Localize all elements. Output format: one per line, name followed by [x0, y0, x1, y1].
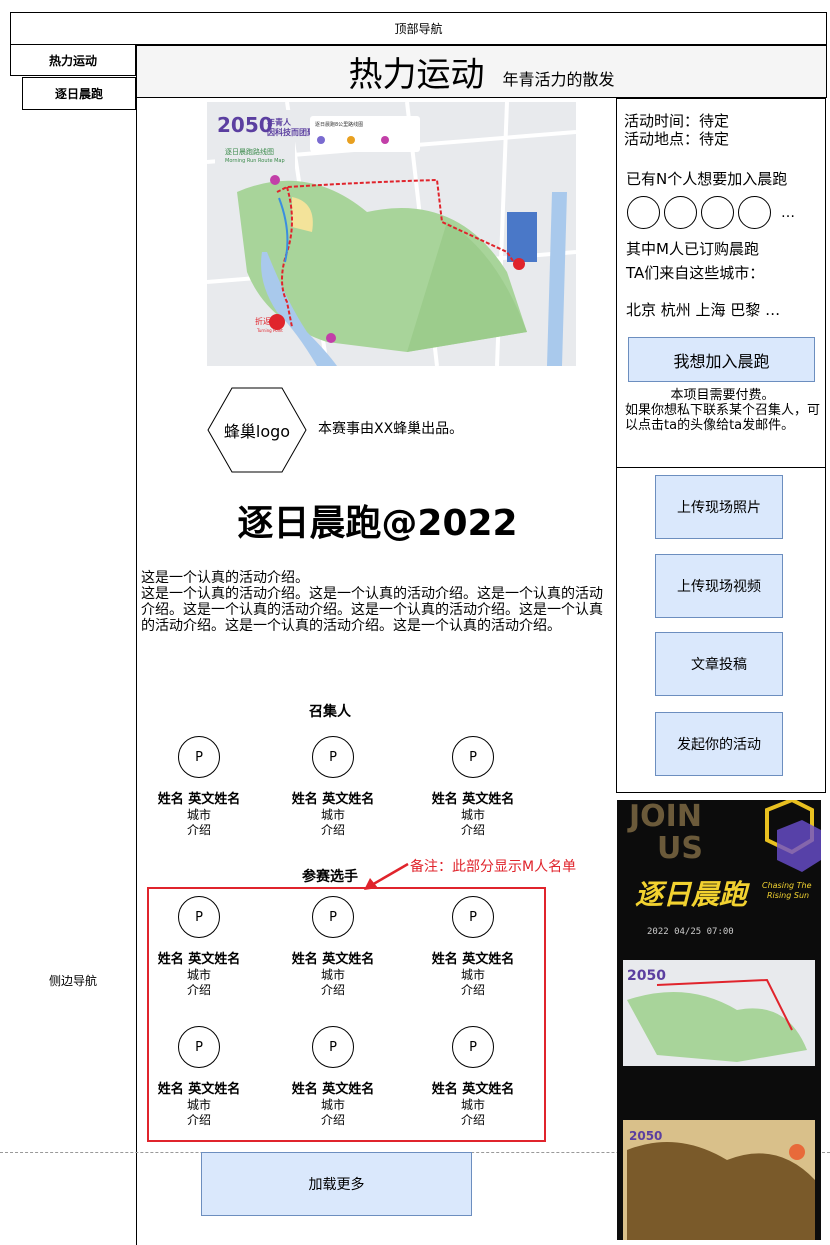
avatar[interactable] [738, 196, 771, 229]
hive-logo-label: 蜂巢logo [223, 422, 291, 441]
wanting-count: 已有N个人想要加入晨跑 [626, 170, 788, 188]
participant-card[interactable]: P 姓名 英文姓名 城市 介绍 [278, 1026, 388, 1128]
map-subtitle-english: Morning Run Route Map [225, 158, 285, 164]
fee-note: 本项目需要付费。 如果你想私下联系某个召集人，可以点击ta的头像给ta发邮件。 [625, 388, 820, 433]
person-bio: 介绍 [460, 983, 485, 997]
ordered-count: 其中M人已订购晨跑 [626, 240, 759, 258]
person-bio: 介绍 [460, 823, 485, 837]
event-time: 活动时间：待定 [624, 112, 730, 130]
avatar[interactable]: P [312, 1026, 354, 1068]
organizers-title: 召集人 [309, 704, 351, 720]
contact-tip: 如果你想私下联系某个召集人，可以点击ta的头像给ta发邮件。 [625, 403, 821, 433]
map-legend-title: 逐日晨跑8公里路线图 [315, 121, 363, 128]
avatar[interactable] [664, 196, 697, 229]
person-name: 姓名 英文姓名 [157, 952, 241, 967]
poster-map2-brand: 2050 [629, 1129, 662, 1143]
avatar[interactable] [701, 196, 734, 229]
participant-card[interactable]: P 姓名 英文姓名 城市 介绍 [144, 1026, 254, 1128]
person-name: 姓名 英文姓名 [291, 952, 375, 967]
sidebar-item-hot-sports[interactable]: 热力运动 [10, 45, 136, 76]
avatar[interactable]: P [452, 1026, 494, 1068]
participant-card[interactable]: P 姓名 英文姓名 城市 介绍 [278, 896, 388, 998]
poster-date: 2022 04/25 07:00 [647, 927, 734, 937]
avatar[interactable]: P [312, 736, 354, 778]
person-name: 姓名 英文姓名 [431, 792, 515, 807]
avatar[interactable]: P [312, 896, 354, 938]
event-intro: 这是一个认真的活动介绍。 这是一个认真的活动介绍。这是一个认真的活动介绍。这是一… [141, 570, 603, 634]
top-nav[interactable]: 顶部导航 [10, 12, 827, 45]
sponsor-text: 本赛事由XX蜂巢出品。 [318, 421, 464, 437]
person-name: 姓名 英文姓名 [431, 952, 515, 967]
avatar-list: … [627, 196, 795, 229]
more-avatars: … [781, 204, 795, 221]
map-brand-line1: 年青人 [267, 117, 292, 127]
person-bio: 介绍 [186, 983, 211, 997]
person-city: 城市 [320, 808, 345, 822]
city-list: 北京 杭州 上海 巴黎 … [626, 301, 781, 319]
organizer-card[interactable]: P 姓名 英文姓名 城市 介绍 [418, 736, 528, 838]
person-name: 姓名 英文姓名 [157, 1082, 241, 1097]
person-name: 姓名 英文姓名 [157, 792, 241, 807]
person-city: 城市 [460, 1098, 485, 1112]
poster-map-brand: 2050 [627, 968, 666, 984]
event-title: 逐日晨跑@2022 [237, 503, 518, 544]
person-city: 城市 [320, 1098, 345, 1112]
avatar[interactable]: P [178, 896, 220, 938]
person-city: 城市 [320, 968, 345, 982]
avatar[interactable] [627, 196, 660, 229]
load-more-button[interactable]: 加载更多 [201, 1152, 472, 1216]
person-name: 姓名 英文姓名 [291, 792, 375, 807]
event-poster-image[interactable]: JOIN US 逐日晨跑 Chasing The Rising Sun 2022… [617, 800, 821, 1240]
upload-video-button[interactable]: 上传现场视频 [655, 554, 783, 618]
person-bio: 介绍 [460, 1113, 485, 1127]
person-bio: 介绍 [186, 1113, 211, 1127]
poster-join: JOIN [627, 800, 702, 834]
person-city: 城市 [186, 968, 211, 982]
map-brand-number: 2050 [217, 113, 273, 137]
participants-title: 参赛选手 [302, 869, 358, 885]
person-city: 城市 [460, 968, 485, 982]
person-bio: 介绍 [320, 1113, 345, 1127]
map-turn-english: Turning Point [256, 328, 283, 333]
page-header: 热力运动 年青活力的散发 [137, 45, 827, 98]
page-title: 热力运动 [348, 55, 485, 95]
person-bio: 介绍 [320, 983, 345, 997]
start-event-button[interactable]: 发起你的活动 [655, 712, 783, 776]
person-city: 城市 [186, 1098, 211, 1112]
organizer-card[interactable]: P 姓名 英文姓名 城市 介绍 [278, 736, 388, 838]
person-city: 城市 [186, 808, 211, 822]
avatar[interactable]: P [452, 736, 494, 778]
avatar[interactable]: P [178, 1026, 220, 1068]
map-turn-label: 折返点 [255, 316, 279, 326]
upload-photo-button[interactable]: 上传现场照片 [655, 475, 783, 539]
cities-heading: TA们来自这些城市： [626, 264, 765, 282]
annotation-note: 备注：此部分显示M人名单 [410, 859, 577, 875]
organizer-card[interactable]: P 姓名 英文姓名 城市 介绍 [144, 736, 254, 838]
map-brand-line2: 因科技而团聚 [267, 127, 316, 137]
participant-card[interactable]: P 姓名 英文姓名 城市 介绍 [418, 896, 528, 998]
poster-logo: 逐日晨跑 [635, 878, 750, 911]
participant-card[interactable]: P 姓名 英文姓名 城市 介绍 [144, 896, 254, 998]
submit-article-button[interactable]: 文章投稿 [655, 632, 783, 696]
join-run-button[interactable]: 我想加入晨跑 [628, 337, 815, 382]
person-name: 姓名 英文姓名 [291, 1082, 375, 1097]
sidebar-item-morning-run[interactable]: 逐日晨跑 [22, 77, 136, 110]
event-place: 活动地点：待定 [624, 130, 730, 148]
poster-us: US [657, 831, 703, 866]
route-map-image: 2050 年青人 因科技而团聚 逐日晨跑路线图 Morning Run Rout… [207, 102, 576, 366]
avatar[interactable]: P [452, 896, 494, 938]
participant-card[interactable]: P 姓名 英文姓名 城市 介绍 [418, 1026, 528, 1128]
person-city: 城市 [460, 808, 485, 822]
poster-english-2: Rising Sun [767, 891, 809, 900]
poster-english-1: Chasing The [762, 881, 812, 890]
sidebar-divider [136, 45, 137, 1245]
person-name: 姓名 英文姓名 [431, 1082, 515, 1097]
map-subtitle: 逐日晨跑路线图 [225, 147, 274, 156]
page-subtitle: 年青活力的散发 [502, 69, 615, 89]
side-nav-label: 侧边导航 [48, 974, 97, 988]
fee-line: 本项目需要付费。 [670, 388, 775, 403]
person-bio: 介绍 [320, 823, 345, 837]
avatar[interactable]: P [178, 736, 220, 778]
person-bio: 介绍 [186, 823, 211, 837]
